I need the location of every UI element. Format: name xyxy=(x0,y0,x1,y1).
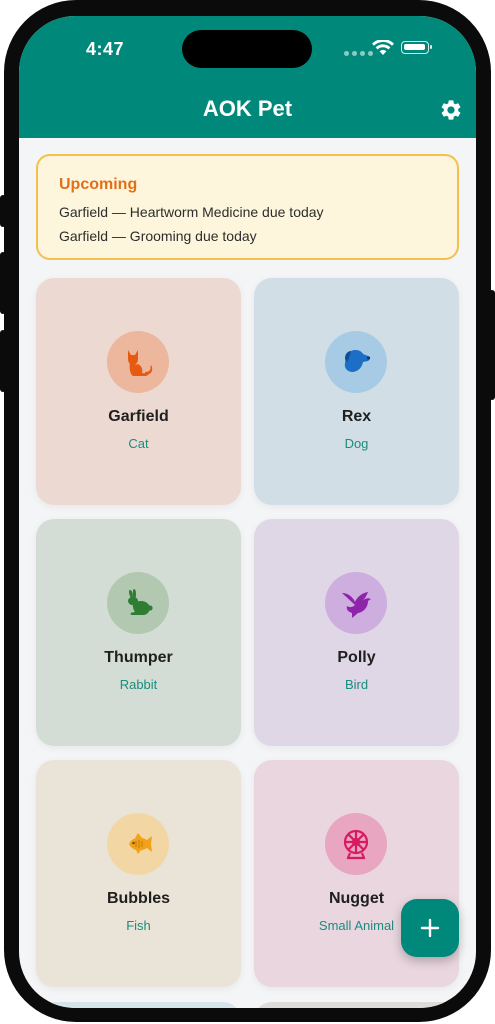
app-screen: 4:47 AOK Pet Upcoming Garfield — Heartwo… xyxy=(19,16,476,1008)
pet-card-polly[interactable]: Polly Bird xyxy=(254,519,459,746)
upcoming-reminders-card: Upcoming Garfield — Heartworm Medicine d… xyxy=(36,154,459,260)
pet-card-garfield[interactable]: Garfield Cat xyxy=(36,278,241,505)
pet-name: Thumper xyxy=(104,649,173,666)
pet-card-partial[interactable] xyxy=(36,1002,241,1008)
pet-avatar xyxy=(325,813,387,875)
cellular-signal-icon xyxy=(344,51,373,56)
pet-name: Polly xyxy=(337,649,376,666)
status-time: 4:47 xyxy=(86,39,125,59)
fish-icon xyxy=(129,833,152,854)
pet-species: Bird xyxy=(344,677,369,692)
pet-name: Rex xyxy=(341,408,372,425)
pet-avatar xyxy=(107,813,169,875)
pet-avatar xyxy=(107,331,169,393)
upcoming-title: Upcoming xyxy=(59,176,138,193)
pet-species: Dog xyxy=(344,436,369,451)
pet-avatar xyxy=(107,572,169,634)
dog-icon xyxy=(344,350,371,372)
pet-card-partial[interactable] xyxy=(254,1002,459,1008)
pet-name: Bubbles xyxy=(106,890,171,907)
pet-card-rex[interactable]: Rex Dog xyxy=(254,278,459,505)
gear-icon xyxy=(441,100,461,120)
rabbit-icon xyxy=(128,589,153,615)
add-pet-button[interactable] xyxy=(401,899,459,957)
cat-icon xyxy=(128,350,153,376)
app-bar: 4:47 AOK Pet xyxy=(19,16,476,138)
device: 4:47 AOK Pet Upcoming Garfield — Heartwo… xyxy=(0,0,495,1024)
plus-icon xyxy=(420,918,440,938)
settings-button[interactable] xyxy=(439,98,463,122)
wifi-icon xyxy=(372,40,394,55)
pet-card-thumper[interactable]: Thumper Rabbit xyxy=(36,519,241,746)
upcoming-item: Garfield — Grooming due today xyxy=(59,228,257,244)
pet-species: Cat xyxy=(128,436,149,451)
pet-name: Garfield xyxy=(108,408,169,425)
page-title: AOK Pet xyxy=(202,96,293,121)
dynamic-island xyxy=(182,30,312,68)
bird-icon xyxy=(342,592,371,618)
upcoming-item: Garfield — Heartworm Medicine due today xyxy=(59,204,324,220)
pet-species: Rabbit xyxy=(119,677,158,692)
pet-species: Fish xyxy=(126,918,151,933)
battery-icon xyxy=(401,41,432,54)
pet-card-bubbles[interactable]: Bubbles Fish xyxy=(36,760,241,987)
pet-avatar xyxy=(325,572,387,634)
hamster-wheel-icon xyxy=(343,829,369,860)
pet-avatar xyxy=(325,331,387,393)
